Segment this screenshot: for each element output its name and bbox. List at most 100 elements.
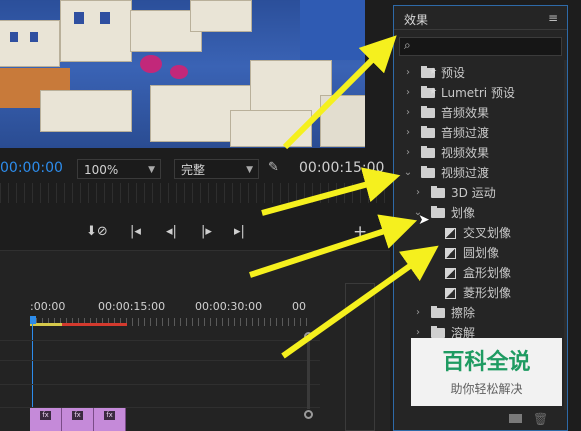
- effects-item-label: 盒形划像: [463, 266, 512, 280]
- play-icon[interactable]: |▸: [201, 224, 212, 239]
- effect-icon: [445, 268, 456, 279]
- watermark-subtitle: 助你轻松解决: [450, 382, 523, 396]
- effects-item-video-effects[interactable]: › 视频效果: [403, 144, 561, 162]
- playhead-handle[interactable]: [30, 316, 36, 324]
- clip[interactable]: fx: [30, 408, 62, 431]
- clip[interactable]: fx: [94, 408, 126, 431]
- step-back-icon[interactable]: ◂|: [166, 224, 177, 239]
- effects-item-label: 3D 运动: [451, 186, 496, 200]
- effects-item-iris-diamond[interactable]: 菱形划像: [443, 284, 561, 302]
- step-to-in-icon[interactable]: |◂: [130, 224, 141, 239]
- zoom-dropdown[interactable]: 100% ▼: [77, 159, 161, 179]
- zoom-handle-icon[interactable]: [304, 410, 313, 419]
- effects-item-label: 菱形划像: [463, 286, 512, 300]
- folder-icon: [431, 186, 445, 198]
- effects-item-label: 划像: [451, 206, 476, 220]
- step-to-out-icon[interactable]: ▸|: [234, 224, 245, 239]
- folder-icon: [431, 206, 445, 218]
- watermark: 百科全说 助你轻松解决: [411, 338, 562, 406]
- monitor-spacer: [270, 150, 272, 152]
- chevron-right-icon: ›: [406, 67, 410, 78]
- chevron-right-icon: ›: [406, 127, 410, 138]
- chevron-down-icon: ▼: [246, 165, 253, 175]
- current-timecode[interactable]: 00:00:00: [0, 160, 63, 176]
- effects-item-presets[interactable]: › ★ 预设: [403, 64, 561, 82]
- track-separator: [0, 360, 320, 361]
- ruler-label-3: 00: [292, 300, 306, 313]
- effects-item-iris[interactable]: ⌄ 划像: [413, 204, 561, 222]
- program-monitor-video: [0, 0, 365, 148]
- chevron-right-icon: ›: [406, 87, 410, 98]
- fx-badge-icon: fx: [72, 411, 83, 420]
- effects-item-dissolve[interactable]: › 溶解: [413, 324, 561, 338]
- effects-item-audio-effects[interactable]: › 音频效果: [403, 104, 561, 122]
- ruler-label-0: :00:00: [30, 300, 66, 313]
- preset-folder-icon: ★: [421, 86, 437, 98]
- effects-item-video-transitions[interactable]: ⌄ 视频过渡: [403, 164, 561, 182]
- effects-item-label: 擦除: [451, 306, 476, 320]
- quality-dropdown[interactable]: 完整 ▼: [174, 159, 259, 179]
- effects-item-lumetri-presets[interactable]: › ★ Lumetri 预设: [403, 84, 561, 102]
- render-bar-red: [62, 323, 127, 326]
- folder-icon: [421, 106, 435, 118]
- chevron-right-icon: ›: [416, 307, 420, 318]
- effects-item-label: 预设: [441, 66, 466, 80]
- monitor-mini-ruler[interactable]: [0, 183, 390, 203]
- audio-meter: [345, 283, 375, 431]
- zoom-value: 100%: [84, 163, 119, 177]
- track-separator: [0, 340, 320, 341]
- effects-item-label: 音频效果: [441, 106, 490, 120]
- track-separator: [0, 384, 320, 385]
- folder-icon: [431, 306, 445, 318]
- zoom-handle-icon[interactable]: [304, 332, 313, 341]
- effects-scrollbar[interactable]: [564, 60, 567, 410]
- chevron-right-icon: ›: [406, 107, 410, 118]
- watermark-title: 百科全说: [442, 350, 531, 375]
- preset-folder-icon: ★: [421, 66, 437, 78]
- search-icon: ⌕: [404, 38, 411, 52]
- effects-item-label: 视频过渡: [441, 166, 490, 180]
- effects-item-wipe[interactable]: › 擦除: [413, 304, 561, 322]
- effects-item-label: Lumetri 预设: [441, 86, 515, 100]
- chevron-right-icon: ›: [416, 327, 420, 338]
- effects-item-audio-transitions[interactable]: › 音频过渡: [403, 124, 561, 142]
- add-marker-icon[interactable]: ⬇⊘: [86, 224, 108, 239]
- effect-icon: [445, 228, 456, 239]
- quality-value: 完整: [181, 163, 206, 177]
- hamburger-icon[interactable]: ≡: [548, 11, 558, 25]
- timeline-vertical-scrollbar[interactable]: [307, 341, 310, 409]
- folder-icon: [421, 146, 435, 158]
- effects-search-input[interactable]: ⌕: [399, 37, 562, 56]
- timeline-divider: [0, 250, 390, 251]
- clip[interactable]: fx: [62, 408, 94, 431]
- effects-panel-title[interactable]: 效果: [404, 11, 428, 28]
- effects-item-iris-box[interactable]: 盒形划像: [443, 264, 561, 282]
- chevron-down-icon: ⌄: [403, 167, 413, 178]
- chevron-down-icon: ▼: [148, 165, 155, 175]
- effects-item-iris-cross[interactable]: 交叉划像: [443, 224, 561, 242]
- folder-icon: [421, 126, 435, 138]
- panel-divider: [394, 29, 567, 30]
- chevron-right-icon: ›: [416, 187, 420, 198]
- ruler-label-2: 00:00:30:00: [195, 300, 263, 313]
- mouse-cursor-icon: ➤: [418, 212, 430, 228]
- chevron-right-icon: ›: [406, 147, 410, 158]
- monitor-gutter: [365, 0, 393, 150]
- add-button-icon[interactable]: +: [353, 222, 367, 242]
- folder-icon: [421, 166, 435, 178]
- effects-item-label: 圆划像: [463, 246, 500, 260]
- effect-icon: [445, 288, 456, 299]
- effects-item-label: 视频效果: [441, 146, 490, 160]
- effects-item-label: 音频过渡: [441, 126, 490, 140]
- trash-icon[interactable]: 🗑: [533, 412, 548, 426]
- fx-badge-icon: fx: [40, 411, 51, 420]
- new-bin-icon[interactable]: [509, 414, 522, 423]
- fx-badge-icon: fx: [104, 411, 115, 420]
- ruler-label-1: 00:00:15:00: [98, 300, 166, 313]
- effects-item-iris-round[interactable]: 圆划像: [443, 244, 561, 262]
- effects-item-label: 交叉划像: [463, 226, 512, 240]
- effects-item-3d-motion[interactable]: › 3D 运动: [413, 184, 561, 202]
- effect-icon: [445, 248, 456, 259]
- wrench-icon[interactable]: ✎: [268, 160, 279, 175]
- effects-item-label: 溶解: [451, 326, 476, 338]
